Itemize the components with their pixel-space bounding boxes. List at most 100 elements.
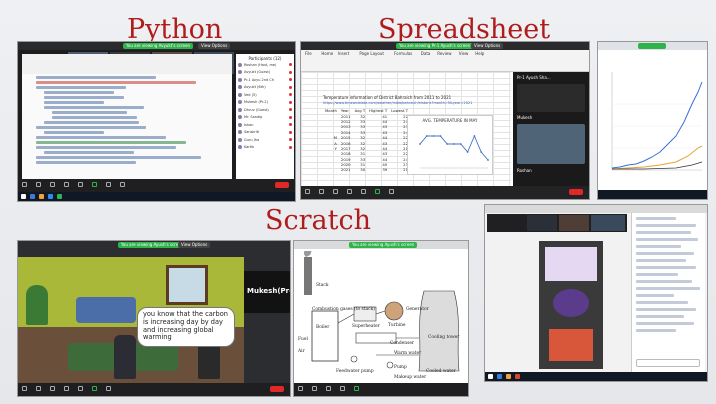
participant-row[interactable]: Ishan — [238, 121, 294, 129]
participant-row[interactable]: Dhruv (Guest) — [238, 106, 294, 114]
table-cell[interactable]: 2019 — [339, 157, 353, 162]
participant-row[interactable]: Mukesh (Pr-2) — [238, 99, 294, 107]
muted-mic-icon[interactable] — [289, 138, 292, 142]
participant-row[interactable]: Guru Jha — [238, 136, 294, 144]
participant-row[interactable]: Kartik — [238, 144, 294, 152]
chat-icon[interactable] — [78, 182, 83, 187]
ribbon-tab[interactable]: Review — [437, 51, 451, 56]
start-icon[interactable] — [21, 194, 26, 199]
video-tile — [517, 124, 585, 164]
security-icon[interactable] — [50, 182, 55, 187]
record-icon[interactable] — [106, 386, 111, 391]
presentation-slide[interactable] — [539, 241, 603, 369]
ribbon-tab[interactable]: File — [305, 51, 312, 56]
mute-icon[interactable] — [298, 386, 303, 391]
table-cell[interactable]: 2016 — [339, 140, 353, 146]
table-cell[interactable]: 2018 — [339, 151, 353, 156]
browser-icon[interactable] — [48, 194, 53, 199]
table-cell[interactable]: 30 — [353, 167, 368, 172]
participants-icon[interactable] — [326, 386, 331, 391]
video-icon[interactable] — [36, 386, 41, 391]
muted-mic-icon[interactable] — [289, 93, 292, 97]
ribbon-tab[interactable]: View — [459, 51, 469, 56]
security-icon[interactable] — [333, 189, 338, 194]
folder-icon[interactable] — [506, 374, 511, 379]
app-icon[interactable] — [30, 194, 35, 199]
muted-mic-icon[interactable] — [289, 108, 292, 112]
participant-name: Mukesh(Pr-2) — [247, 287, 290, 295]
table-cell[interactable]: 2012 — [339, 119, 353, 124]
muted-mic-icon[interactable] — [289, 123, 292, 127]
participants-icon[interactable] — [64, 386, 69, 391]
mute-icon[interactable] — [22, 386, 27, 391]
video-icon[interactable] — [312, 386, 317, 391]
scratch-sprite-person[interactable] — [114, 335, 136, 379]
muted-mic-icon[interactable] — [289, 85, 292, 89]
participants-icon[interactable] — [347, 189, 352, 194]
end-meeting-button[interactable] — [270, 386, 284, 392]
ribbon-tab[interactable]: Formulas — [394, 51, 412, 56]
ribbon-tab[interactable]: Data — [421, 51, 431, 56]
video-icon[interactable] — [36, 182, 41, 187]
share-screen-icon[interactable] — [375, 189, 380, 194]
view-options-button[interactable]: View Options — [198, 43, 231, 49]
table-cell[interactable]: 2014 — [339, 130, 353, 135]
muted-mic-icon[interactable] — [289, 130, 292, 134]
record-icon[interactable] — [389, 189, 394, 194]
table-cell[interactable]: 2011 — [339, 113, 353, 119]
table-cell[interactable]: 2013 — [339, 124, 353, 129]
muted-mic-icon[interactable] — [289, 145, 292, 149]
share-screen-icon[interactable] — [92, 386, 97, 391]
app-icon[interactable] — [515, 374, 520, 379]
security-icon[interactable] — [50, 386, 55, 391]
diagram-label: Superheater — [352, 324, 380, 329]
end-meeting-button[interactable] — [569, 189, 583, 195]
ribbon-tab[interactable]: Page Layout — [359, 51, 384, 56]
muted-mic-icon[interactable] — [289, 70, 292, 74]
muted-mic-icon[interactable] — [289, 100, 292, 104]
ribbon-tab[interactable]: Insert — [338, 51, 349, 56]
table-cell[interactable] — [323, 167, 339, 172]
scratch-stage[interactable]: you know that the carbon is increasing d… — [18, 257, 244, 385]
view-options-button[interactable]: View Options — [178, 242, 211, 248]
start-icon[interactable] — [488, 374, 493, 379]
chat-input[interactable] — [636, 359, 700, 367]
video-label: Mukesh — [517, 115, 533, 120]
sheet-link[interactable]: https://www.timeanddate.com/weather/indi… — [323, 101, 472, 105]
mute-icon[interactable] — [305, 189, 310, 194]
participant-row[interactable]: Sanskriti — [238, 129, 294, 137]
muted-mic-icon[interactable] — [289, 115, 292, 119]
chat-icon[interactable] — [340, 386, 345, 391]
table-cell[interactable]: 2021 — [339, 167, 353, 172]
table-cell[interactable]: 2020 — [339, 162, 353, 167]
reactions-icon[interactable] — [120, 182, 125, 187]
record-icon[interactable] — [106, 182, 111, 187]
muted-mic-icon[interactable] — [289, 78, 292, 82]
share-screen-icon[interactable] — [92, 182, 97, 187]
participant-row[interactable]: Roshan (Host, me) — [238, 61, 294, 69]
participant-row[interactable]: Avyukt (Guest) — [238, 69, 294, 77]
participant-row[interactable]: Pr-1 Avyu 2nd Ch — [238, 76, 294, 84]
muted-mic-icon[interactable] — [289, 63, 292, 67]
participant-row[interactable]: Ved (5) — [238, 91, 294, 99]
chat-icon[interactable] — [361, 189, 366, 194]
view-options-button[interactable]: View Options — [471, 43, 504, 49]
share-screen-icon[interactable] — [354, 386, 359, 391]
table-cell[interactable]: 39 — [367, 167, 389, 172]
ribbon-tab[interactable]: Home — [321, 51, 333, 56]
mute-icon[interactable] — [22, 182, 27, 187]
app-icon[interactable] — [57, 194, 62, 199]
folder-icon[interactable] — [39, 194, 44, 199]
video-icon[interactable] — [319, 189, 324, 194]
table-cell[interactable]: 2017 — [339, 146, 353, 151]
participant-row[interactable]: Mr. Sandip — [238, 114, 294, 122]
chat-icon[interactable] — [78, 386, 83, 391]
line-chart[interactable]: AVG. TEMPERATURE IN MAY — [407, 115, 493, 175]
participants-icon[interactable] — [64, 182, 69, 187]
ribbon-tab[interactable]: Help — [475, 51, 484, 56]
end-meeting-button[interactable] — [275, 182, 289, 188]
app-icon[interactable] — [497, 374, 502, 379]
code-editor[interactable] — [22, 74, 232, 185]
participant-row[interactable]: Avyukt (6th) — [238, 84, 294, 92]
table-cell[interactable]: 2015 — [339, 135, 353, 140]
